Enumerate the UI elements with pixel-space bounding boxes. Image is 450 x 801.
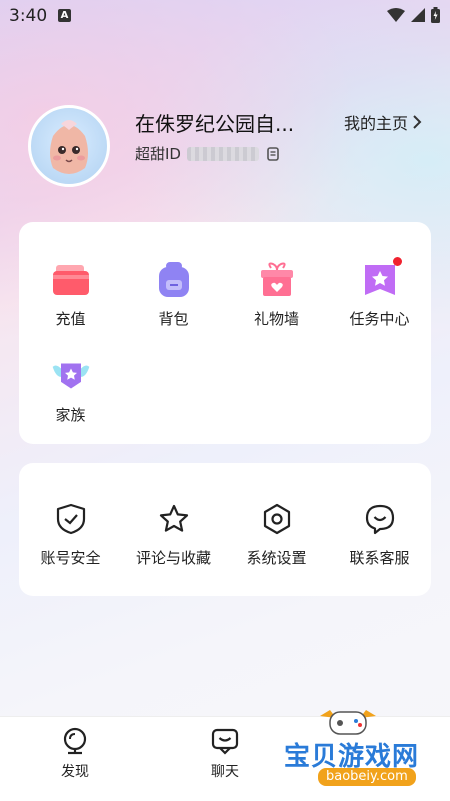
tab-discover-label: 发现 [61, 764, 89, 780]
grid-item-gift-wall[interactable]: 礼物墙 [225, 260, 328, 329]
grid-item-account-security[interactable]: 账号安全 [19, 499, 122, 568]
grid-item-task-center[interactable]: 任务中心 [328, 257, 431, 329]
avatar-character-icon [50, 120, 88, 174]
account-security-label: 账号安全 [40, 549, 101, 567]
backpack-label: 背包 [158, 310, 189, 328]
grid-item-recharge[interactable]: 充值 [19, 260, 122, 329]
grid-item-backpack[interactable]: 背包 [122, 260, 225, 329]
status-icons [387, 7, 440, 23]
wifi-icon [387, 8, 405, 22]
discover-icon [63, 727, 87, 755]
recharge-wallet-icon [51, 260, 91, 300]
customer-service-icon [360, 499, 400, 539]
id-label: 超甜ID [135, 145, 181, 163]
grid-item-comments-favorites[interactable]: 评论与收藏 [122, 499, 225, 568]
avatar[interactable] [28, 105, 110, 187]
shield-check-icon [51, 499, 91, 539]
chevron-right-icon [413, 115, 422, 129]
family-label: 家族 [55, 406, 86, 424]
nickname: 在侏罗纪公园自... [135, 112, 295, 136]
watermark-logo: 宝贝游戏网 baobeiy.com [278, 706, 448, 796]
chat-icon [211, 728, 239, 755]
contact-support-label: 联系客服 [349, 549, 410, 567]
my-homepage-label: 我的主页 [344, 114, 409, 133]
grid-item-system-settings[interactable]: 系统设置 [225, 499, 328, 568]
tab-chat-label: 聊天 [211, 764, 239, 780]
family-badge-icon [51, 356, 91, 396]
star-icon [154, 499, 194, 539]
task-center-label: 任务中心 [349, 310, 410, 328]
copy-icon[interactable] [267, 146, 279, 161]
profile-header: 在侏罗纪公园自... 超甜ID 我的主页 [28, 105, 428, 190]
signal-icon [411, 8, 425, 22]
features-card: 充值 背包 礼物墙 任务中心 家族 [19, 222, 431, 444]
battery-icon [431, 7, 440, 23]
recharge-label: 充值 [55, 310, 86, 328]
grid-item-family[interactable]: 家族 [19, 356, 122, 425]
status-time: 3:40 [9, 6, 48, 26]
grid-item-contact-support[interactable]: 联系客服 [328, 499, 431, 568]
user-id-row: 超甜ID [135, 143, 279, 164]
id-value-blurred [186, 146, 259, 161]
gift-wall-label: 礼物墙 [253, 310, 299, 328]
comments-favorites-label: 评论与收藏 [135, 549, 211, 567]
notification-icon: A [58, 9, 71, 22]
notification-dot [392, 257, 402, 266]
watermark-url: baobeiy.com [318, 768, 416, 786]
settings-card: 账号安全 评论与收藏 系统设置 联系客服 [19, 463, 431, 596]
status-bar: 3:40 A [0, 0, 450, 32]
backpack-icon [154, 260, 194, 300]
settings-hexagon-icon [257, 499, 297, 539]
tab-chat[interactable]: 聊天 [185, 727, 265, 781]
system-settings-label: 系统设置 [246, 549, 307, 567]
task-flag-icon [360, 257, 402, 300]
gamepad-icon [320, 710, 376, 735]
my-homepage-link[interactable]: 我的主页 [344, 110, 422, 134]
tab-discover[interactable]: 发现 [35, 727, 115, 781]
gift-box-icon [257, 260, 297, 300]
